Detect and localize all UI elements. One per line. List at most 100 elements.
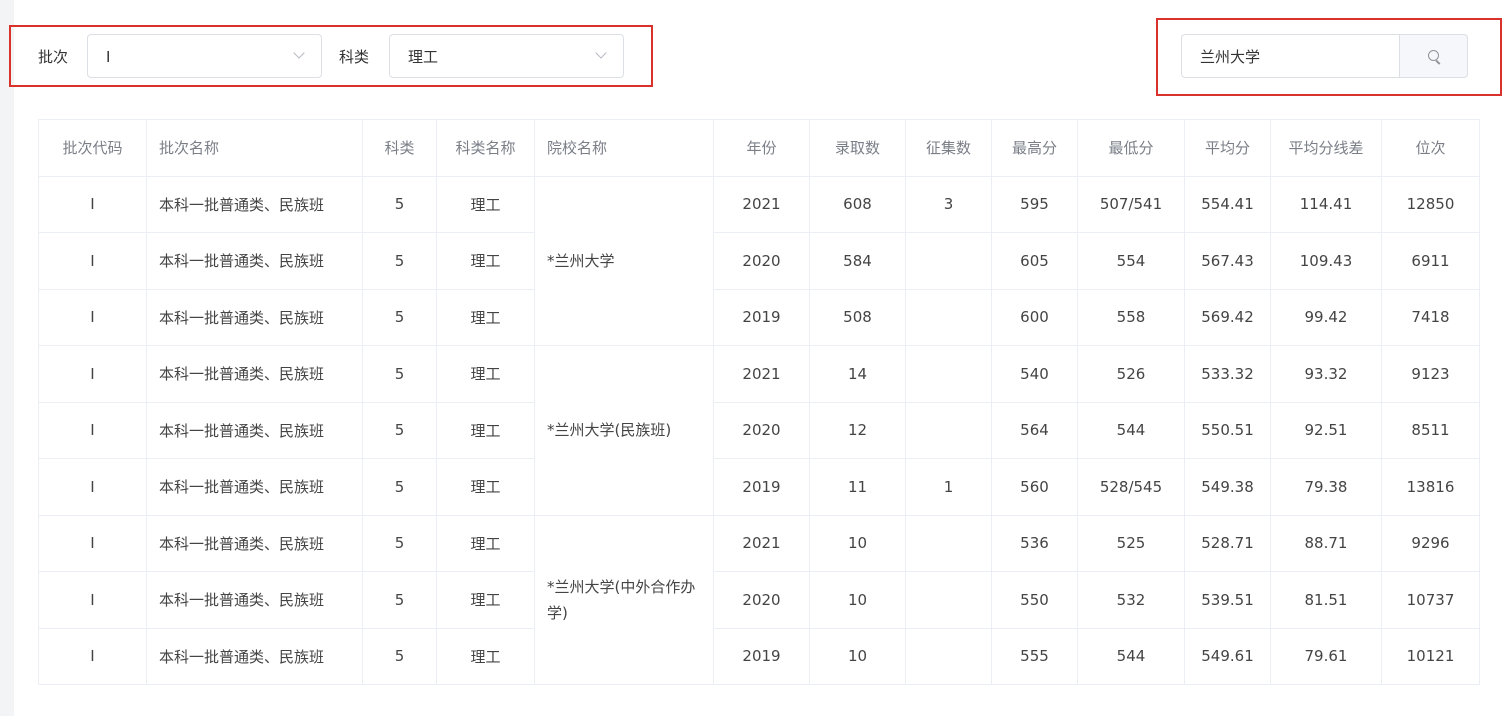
cell-supplementary — [905, 571, 992, 629]
batch-label: 批次 — [38, 48, 69, 66]
col-header-batch-code: 批次代码 — [38, 119, 147, 177]
table-row: I 本科一批普通类、民族班 5 理工 *兰州大学(中外合作办学) 2021 10 536 525… — [38, 514, 1480, 685]
cell-admitted: 10 — [809, 627, 906, 685]
cell-category: 5 — [362, 175, 437, 233]
cell-supplementary — [905, 345, 992, 403]
cell-rank: 13816 — [1381, 458, 1480, 516]
admission-table: 批次代码 批次名称 科类 科类名称 院校名称 年份 录取数 征集数 最高分 最低… — [38, 119, 1480, 685]
cell-school-name: *兰州大学(中外合作办学) — [534, 514, 714, 685]
cell-batch-name: 本科一批普通类、民族班 — [146, 288, 363, 346]
cell-batch-code: I — [38, 627, 147, 685]
cell-rank: 8511 — [1381, 401, 1480, 459]
cell-supplementary: 3 — [905, 175, 992, 233]
table-row: I 本科一批普通类、民族班 5 理工 *兰州大学 2021 608 3 595 507/541 55… — [38, 175, 1480, 346]
cell-avg-score: 533.32 — [1184, 345, 1271, 403]
category-select-value: 理工 — [408, 48, 439, 66]
cell-avg-diff: 114.41 — [1270, 175, 1382, 233]
col-header-avg-diff: 平均分线差 — [1270, 119, 1382, 177]
cell-avg-score: 549.61 — [1184, 627, 1271, 685]
cell-category: 5 — [362, 571, 437, 629]
cell-max-score: 540 — [991, 345, 1078, 403]
cell-avg-diff: 79.38 — [1270, 458, 1382, 516]
cell-batch-name: 本科一批普通类、民族班 — [146, 627, 363, 685]
cell-rank: 9123 — [1381, 345, 1480, 403]
cell-avg-diff: 79.61 — [1270, 627, 1382, 685]
cell-max-score: 564 — [991, 401, 1078, 459]
cell-avg-score: 549.38 — [1184, 458, 1271, 516]
cell-category-name: 理工 — [436, 571, 535, 629]
cell-admitted: 10 — [809, 571, 906, 629]
search-input[interactable] — [1181, 34, 1399, 78]
table-row: I 本科一批普通类、民族班 5 理工 2019 11 1 560 528/545 549.38 79… — [38, 458, 1480, 516]
cell-supplementary — [905, 401, 992, 459]
cell-batch-name: 本科一批普通类、民族班 — [146, 571, 363, 629]
col-header-admitted: 录取数 — [809, 119, 906, 177]
table-body: I 本科一批普通类、民族班 5 理工 *兰州大学 2021 608 3 595 507/541 55… — [38, 175, 1480, 685]
cell-min-score: 544 — [1077, 401, 1185, 459]
cell-admitted: 14 — [809, 345, 906, 403]
cell-admitted: 508 — [809, 288, 906, 346]
cell-batch-code: I — [38, 571, 147, 629]
cell-avg-diff: 81.51 — [1270, 571, 1382, 629]
cell-batch-code: I — [38, 514, 147, 572]
cell-school-name: *兰州大学(民族班) — [534, 345, 714, 516]
cell-avg-diff: 109.43 — [1270, 232, 1382, 290]
cell-year: 2021 — [713, 175, 810, 233]
cell-min-score: 532 — [1077, 571, 1185, 629]
batch-select[interactable]: I — [87, 34, 322, 78]
table-row: I 本科一批普通类、民族班 5 理工 2020 10 550 532 539.51 81.51 10… — [38, 571, 1480, 629]
col-header-category: 科类 — [362, 119, 437, 177]
cell-avg-score: 528.71 — [1184, 514, 1271, 572]
cell-rank: 9296 — [1381, 514, 1480, 572]
cell-min-score: 528/545 — [1077, 458, 1185, 516]
cell-year: 2021 — [713, 345, 810, 403]
cell-year: 2021 — [713, 514, 810, 572]
cell-rank: 12850 — [1381, 175, 1480, 233]
cell-batch-code: I — [38, 288, 147, 346]
cell-batch-name: 本科一批普通类、民族班 — [146, 175, 363, 233]
cell-year: 2020 — [713, 232, 810, 290]
cell-year: 2019 — [713, 458, 810, 516]
col-header-supplementary: 征集数 — [905, 119, 992, 177]
cell-max-score: 595 — [991, 175, 1078, 233]
cell-category-name: 理工 — [436, 458, 535, 516]
cell-admitted: 11 — [809, 458, 906, 516]
cell-supplementary — [905, 627, 992, 685]
cell-batch-code: I — [38, 401, 147, 459]
chevron-down-icon — [595, 47, 607, 59]
cell-batch-name: 本科一批普通类、民族班 — [146, 345, 363, 403]
cell-avg-diff: 92.51 — [1270, 401, 1382, 459]
category-label: 科类 — [339, 48, 370, 66]
cell-school-name: *兰州大学 — [534, 175, 714, 346]
cell-rank: 6911 — [1381, 232, 1480, 290]
cell-max-score: 536 — [991, 514, 1078, 572]
category-select[interactable]: 理工 — [389, 34, 624, 78]
cell-category-name: 理工 — [436, 627, 535, 685]
cell-rank: 10737 — [1381, 571, 1480, 629]
cell-max-score: 600 — [991, 288, 1078, 346]
cell-min-score: 544 — [1077, 627, 1185, 685]
col-header-max-score: 最高分 — [991, 119, 1078, 177]
col-header-avg-score: 平均分 — [1184, 119, 1271, 177]
table-row: I 本科一批普通类、民族班 5 理工 2019 10 555 544 549.61 79.61 10… — [38, 627, 1480, 685]
cell-avg-score: 554.41 — [1184, 175, 1271, 233]
table-header-row: 批次代码 批次名称 科类 科类名称 院校名称 年份 录取数 征集数 最高分 最低… — [38, 119, 1480, 177]
cell-batch-code: I — [38, 175, 147, 233]
cell-max-score: 605 — [991, 232, 1078, 290]
cell-max-score: 550 — [991, 571, 1078, 629]
cell-admitted: 10 — [809, 514, 906, 572]
cell-min-score: 558 — [1077, 288, 1185, 346]
cell-category: 5 — [362, 345, 437, 403]
cell-min-score: 507/541 — [1077, 175, 1185, 233]
search-button[interactable] — [1399, 34, 1468, 78]
table-row: I 本科一批普通类、民族班 5 理工 *兰州大学(民族班) 2021 14 540 526 533… — [38, 345, 1480, 516]
cell-admitted: 12 — [809, 401, 906, 459]
cell-category-name: 理工 — [436, 514, 535, 572]
table-row: I 本科一批普通类、民族班 5 理工 2019 508 600 558 569.42 99.42 7… — [38, 288, 1480, 346]
cell-supplementary — [905, 288, 992, 346]
col-header-school-name: 院校名称 — [534, 119, 714, 177]
cell-batch-code: I — [38, 345, 147, 403]
col-header-category-name: 科类名称 — [436, 119, 535, 177]
cell-avg-score: 569.42 — [1184, 288, 1271, 346]
cell-category: 5 — [362, 401, 437, 459]
